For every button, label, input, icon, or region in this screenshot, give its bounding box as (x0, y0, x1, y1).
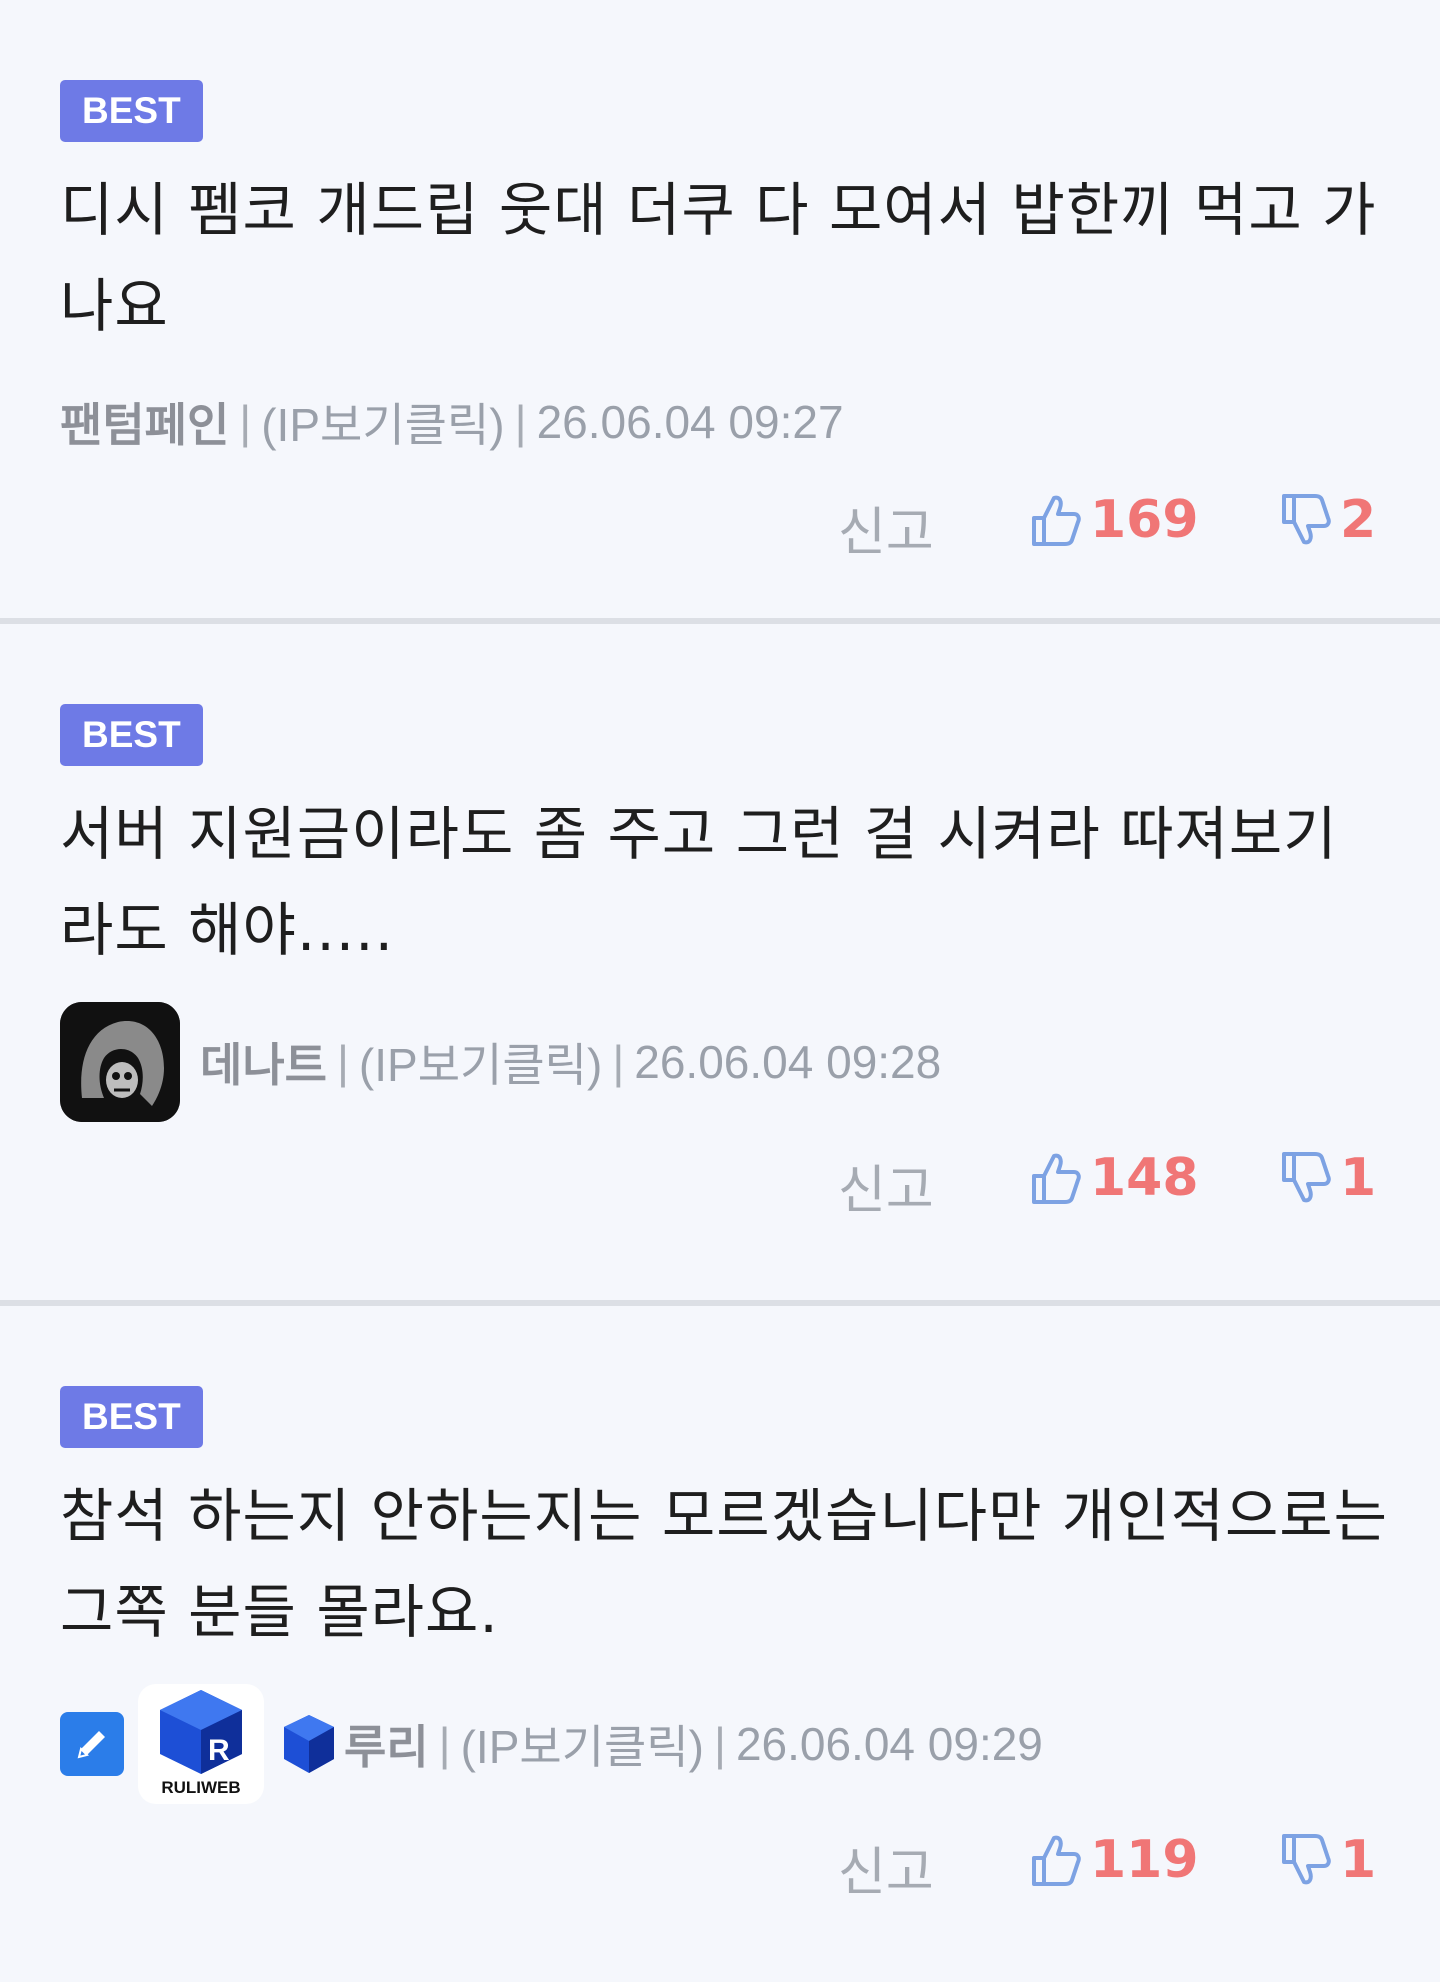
timestamp: 26.06.04 09:28 (634, 1036, 942, 1088)
report-button[interactable]: 신고 (838, 1148, 934, 1223)
comment-actions: 신고 148 1 (60, 1148, 1380, 1228)
comment-text: 서버 지원금이라도 좀 주고 그런 걸 시켜라 따져보기라도 해야..... (60, 800, 1338, 964)
comment-meta: 팬텀페인 | (IP보기클릭) | 26.06.04 09:27 (60, 378, 1380, 466)
avatar-logo-text: RULIWEB (161, 1778, 241, 1797)
comment-meta: 데나트 | (IP보기클릭) | 26.06.04 09:28 (60, 1002, 1380, 1122)
separator: | (336, 1036, 349, 1088)
comment-text: 디시 펨코 개드립 웃대 더쿠 다 모여서 밥한끼 먹고 가나요 (60, 176, 1377, 340)
author-nickname[interactable]: 루리 (344, 1711, 429, 1777)
comment-item: BEST 서버 지원금이라도 좀 주고 그런 걸 시켜라 따져보기라도 해야..… (0, 624, 1440, 1300)
comment-actions: 신고 169 2 (60, 490, 1380, 570)
thumbs-up-icon (1032, 1835, 1081, 1886)
ip-view-link[interactable]: (IP보기클릭) (261, 389, 504, 455)
ip-view-link[interactable]: (IP보기클릭) (359, 1029, 602, 1095)
thumbs-up-icon (1032, 495, 1081, 546)
dislike-button[interactable]: 1 (1280, 1148, 1376, 1208)
timestamp: 26.06.04 09:29 (735, 1718, 1043, 1770)
hooded-skull-icon (60, 1002, 180, 1122)
dislike-count: 1 (1340, 1830, 1377, 1890)
comment-item: BEST 디시 펨코 개드립 웃대 더쿠 다 모여서 밥한끼 먹고 가나요 팬텀… (0, 0, 1440, 618)
like-button[interactable]: 148 (1030, 1148, 1199, 1208)
best-badge: BEST (60, 704, 203, 766)
separator: | (612, 1036, 625, 1088)
comment-meta: R RULIWEB 루리 | (IP보기클릭) | 26.06.04 09:29 (60, 1684, 1380, 1804)
user-level-cube-icon (284, 1715, 334, 1773)
avatar[interactable] (60, 1002, 180, 1122)
dislike-count: 2 (1340, 490, 1377, 550)
like-button[interactable]: 119 (1030, 1830, 1199, 1890)
separator: | (514, 396, 527, 448)
dislike-count: 1 (1340, 1148, 1377, 1208)
report-button[interactable]: 신고 (838, 1830, 934, 1905)
thumbs-down-icon (1282, 1834, 1331, 1885)
best-badge: BEST (60, 80, 203, 142)
author-nickname[interactable]: 팬텀페인 (60, 389, 229, 455)
author-nickname[interactable]: 데나트 (200, 1029, 327, 1095)
like-button[interactable]: 169 (1030, 490, 1199, 550)
like-count: 169 (1090, 490, 1199, 550)
avatar[interactable]: R RULIWEB (138, 1684, 264, 1804)
thumbs-down-icon (1282, 1152, 1331, 1203)
thumbs-up-icon (1032, 1153, 1081, 1204)
comment-text: 참석 하는지 안하는지는 모르겠습니다만 개인적으로는 그쪽 분들 몰라요. (60, 1482, 1389, 1646)
separator: | (239, 396, 252, 448)
svg-text:R: R (208, 1734, 230, 1767)
separator: | (438, 1718, 451, 1770)
timestamp: 26.06.04 09:27 (536, 396, 844, 448)
ip-view-link[interactable]: (IP보기클릭) (461, 1711, 704, 1777)
like-count: 148 (1090, 1148, 1199, 1208)
comment-actions: 신고 119 1 (60, 1830, 1380, 1910)
dislike-button[interactable]: 2 (1280, 490, 1376, 550)
like-count: 119 (1090, 1830, 1199, 1890)
separator: | (713, 1718, 726, 1770)
dislike-button[interactable]: 1 (1280, 1830, 1376, 1890)
comment-item: BEST 참석 하는지 안하는지는 모르겠습니다만 개인적으로는 그쪽 분들 몰… (0, 1306, 1440, 1982)
best-badge: BEST (60, 1386, 203, 1448)
report-button[interactable]: 신고 (838, 490, 934, 565)
pencil-icon[interactable] (60, 1712, 124, 1776)
thumbs-down-icon (1282, 494, 1331, 545)
